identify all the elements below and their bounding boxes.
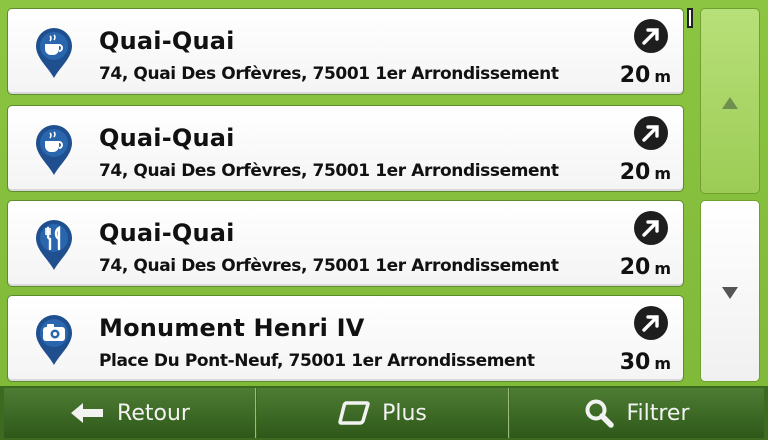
cafe-cup-icon [36, 28, 72, 78]
distance-unit: m [654, 164, 671, 183]
list-item[interactable]: Quai-Quai 74, Quai Des Orfèvres, 75001 1… [7, 200, 684, 287]
scroll-up-button[interactable] [700, 8, 760, 194]
filter-label: Filtrer [626, 400, 690, 426]
filter-button[interactable]: Filtrer [510, 388, 764, 438]
distance-unit: m [654, 67, 671, 86]
restaurant-cutlery-icon [36, 220, 72, 270]
search-magnifier-icon [585, 399, 615, 428]
poi-name: Quai-Quai [99, 124, 235, 152]
distance-value: 20 [619, 160, 651, 185]
more-label: Plus [382, 400, 427, 426]
poi-address: 74, Quai Des Orfèvres, 75001 1er Arrondi… [99, 161, 559, 181]
poi-distance: 20 m [620, 255, 671, 280]
scroll-position-indicator [687, 8, 693, 28]
poi-distance: 20 m [620, 160, 671, 185]
camera-sight-icon [36, 315, 72, 365]
poi-address: Place Du Pont-Neuf, 75001 1er Arrondisse… [99, 351, 535, 371]
poi-address: 74, Quai Des Orfèvres, 75001 1er Arrondi… [99, 64, 559, 84]
distance-value: 30 [619, 350, 651, 375]
direction-arrow-icon [634, 116, 668, 150]
poi-name: Quai-Quai [99, 27, 235, 55]
direction-arrow-icon [634, 306, 668, 340]
triangle-down-icon [722, 287, 738, 299]
direction-arrow-icon [634, 211, 668, 245]
more-options-icon [338, 401, 370, 425]
bottom-toolbar: Retour Plus Filtrer [0, 386, 768, 440]
cafe-cup-icon [36, 125, 72, 175]
distance-value: 20 [619, 63, 651, 88]
back-label: Retour [117, 400, 190, 426]
poi-name: Quai-Quai [99, 219, 235, 247]
more-button[interactable]: Plus [257, 388, 509, 438]
list-item[interactable]: Quai-Quai 74, Quai Des Orfèvres, 75001 1… [7, 8, 684, 95]
poi-name: Monument Henri IV [99, 314, 365, 342]
arrow-left-icon [71, 403, 104, 423]
poi-distance: 20 m [620, 63, 671, 88]
back-button[interactable]: Retour [4, 388, 256, 438]
poi-address: 74, Quai Des Orfèvres, 75001 1er Arrondi… [99, 256, 559, 276]
distance-value: 20 [619, 255, 651, 280]
scroll-down-button[interactable] [700, 200, 760, 382]
distance-unit: m [654, 354, 671, 373]
triangle-up-icon [722, 97, 738, 109]
list-item[interactable]: Monument Henri IV Place Du Pont-Neuf, 75… [7, 295, 684, 382]
direction-arrow-icon [634, 19, 668, 53]
list-item[interactable]: Quai-Quai 74, Quai Des Orfèvres, 75001 1… [7, 105, 684, 192]
poi-distance: 30 m [620, 350, 671, 375]
poi-results-screen: Quai-Quai 74, Quai Des Orfèvres, 75001 1… [0, 0, 768, 440]
distance-unit: m [654, 259, 671, 278]
